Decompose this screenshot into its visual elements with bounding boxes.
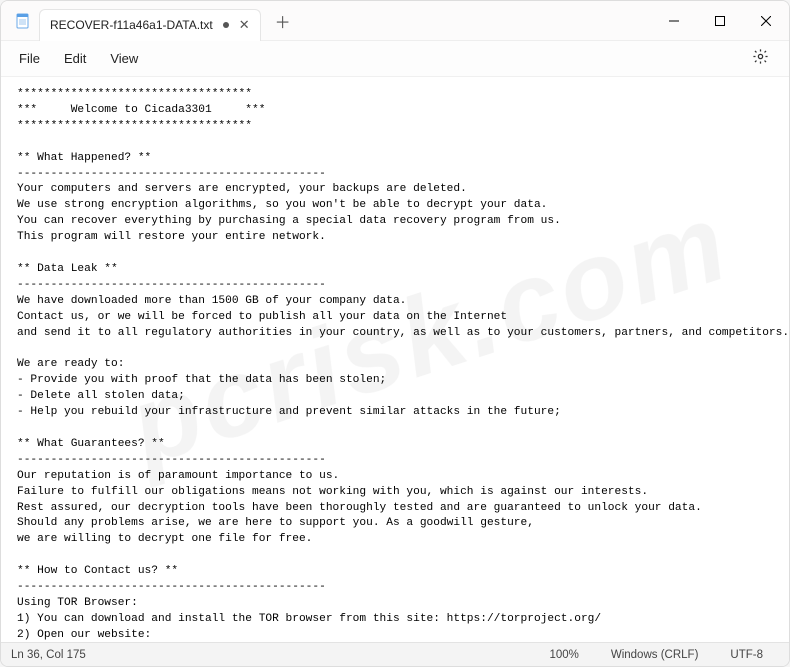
- menu-edit[interactable]: Edit: [52, 45, 98, 72]
- text-line: ----------------------------------------…: [17, 168, 326, 180]
- text-line: ** How to Contact us? **: [17, 565, 178, 577]
- text-line: Your computers and servers are encrypted…: [17, 183, 467, 195]
- text-line: 1) You can download and install the TOR …: [17, 613, 601, 625]
- notepad-app-icon: [15, 13, 31, 29]
- text-line: ** What Guarantees? **: [17, 438, 165, 450]
- text-line: and send it to all regulatory authoritie…: [17, 327, 789, 339]
- text-line: You can recover everything by purchasing…: [17, 215, 561, 227]
- text-line: 2) Open our website:: [17, 629, 151, 641]
- text-line: ***********************************: [17, 120, 252, 132]
- settings-button[interactable]: [745, 44, 775, 74]
- text-line: ** Data Leak **: [17, 263, 118, 275]
- text-line: - Provide you with proof that the data h…: [17, 374, 386, 386]
- text-line: We have downloaded more than 1500 GB of …: [17, 295, 406, 307]
- text-line: - Help you rebuild your infrastructure a…: [17, 406, 561, 418]
- text-line: ----------------------------------------…: [17, 279, 326, 291]
- text-line: Using TOR Browser:: [17, 597, 138, 609]
- new-tab-button[interactable]: ＋: [269, 7, 297, 35]
- status-encoding[interactable]: UTF-8: [714, 649, 779, 661]
- text-line: ** What Happened? **: [17, 152, 151, 164]
- status-line-ending[interactable]: Windows (CRLF): [595, 649, 715, 661]
- text-line: Should any problems arise, we are here t…: [17, 517, 534, 529]
- text-line: *** Welcome to Cicada3301 ***: [17, 104, 265, 116]
- text-line: ***********************************: [17, 88, 252, 100]
- text-line: - Delete all stolen data;: [17, 390, 185, 402]
- close-tab-icon[interactable]: ✕: [239, 17, 250, 33]
- status-zoom[interactable]: 100%: [533, 649, 594, 661]
- minimize-button[interactable]: [651, 1, 697, 41]
- menu-view[interactable]: View: [98, 45, 150, 72]
- text-line: This program will restore your entire ne…: [17, 231, 326, 243]
- menu-file[interactable]: File: [7, 45, 52, 72]
- text-line: ----------------------------------------…: [17, 581, 326, 593]
- gear-icon: [752, 48, 769, 70]
- text-line: ----------------------------------------…: [17, 454, 326, 466]
- menubar: File Edit View: [1, 41, 789, 77]
- text-line: We use strong encryption algorithms, so …: [17, 199, 547, 211]
- close-window-button[interactable]: [743, 1, 789, 41]
- text-line: Our reputation is of paramount importanc…: [17, 470, 339, 482]
- text-line: Rest assured, our decryption tools have …: [17, 502, 702, 514]
- text-line: We are ready to:: [17, 358, 124, 370]
- unsaved-indicator-icon: [223, 22, 229, 28]
- status-position: Ln 36, Col 175: [11, 649, 86, 661]
- text-editor-area[interactable]: *********************************** *** …: [1, 77, 789, 642]
- statusbar: Ln 36, Col 175 100% Windows (CRLF) UTF-8: [1, 642, 789, 666]
- maximize-button[interactable]: [697, 1, 743, 41]
- notepad-window: RECOVER-f11a46a1-DATA.txt ✕ ＋ File Edit …: [0, 0, 790, 667]
- file-tab[interactable]: RECOVER-f11a46a1-DATA.txt ✕: [39, 9, 261, 41]
- text-line: Contact us, or we will be forced to publ…: [17, 311, 507, 323]
- window-controls: [651, 1, 789, 41]
- text-line: we are willing to decrypt one file for f…: [17, 533, 312, 545]
- tab-title: RECOVER-f11a46a1-DATA.txt: [50, 18, 213, 32]
- text-line: Failure to fulfill our obligations means…: [17, 486, 648, 498]
- titlebar: RECOVER-f11a46a1-DATA.txt ✕ ＋: [1, 1, 789, 41]
